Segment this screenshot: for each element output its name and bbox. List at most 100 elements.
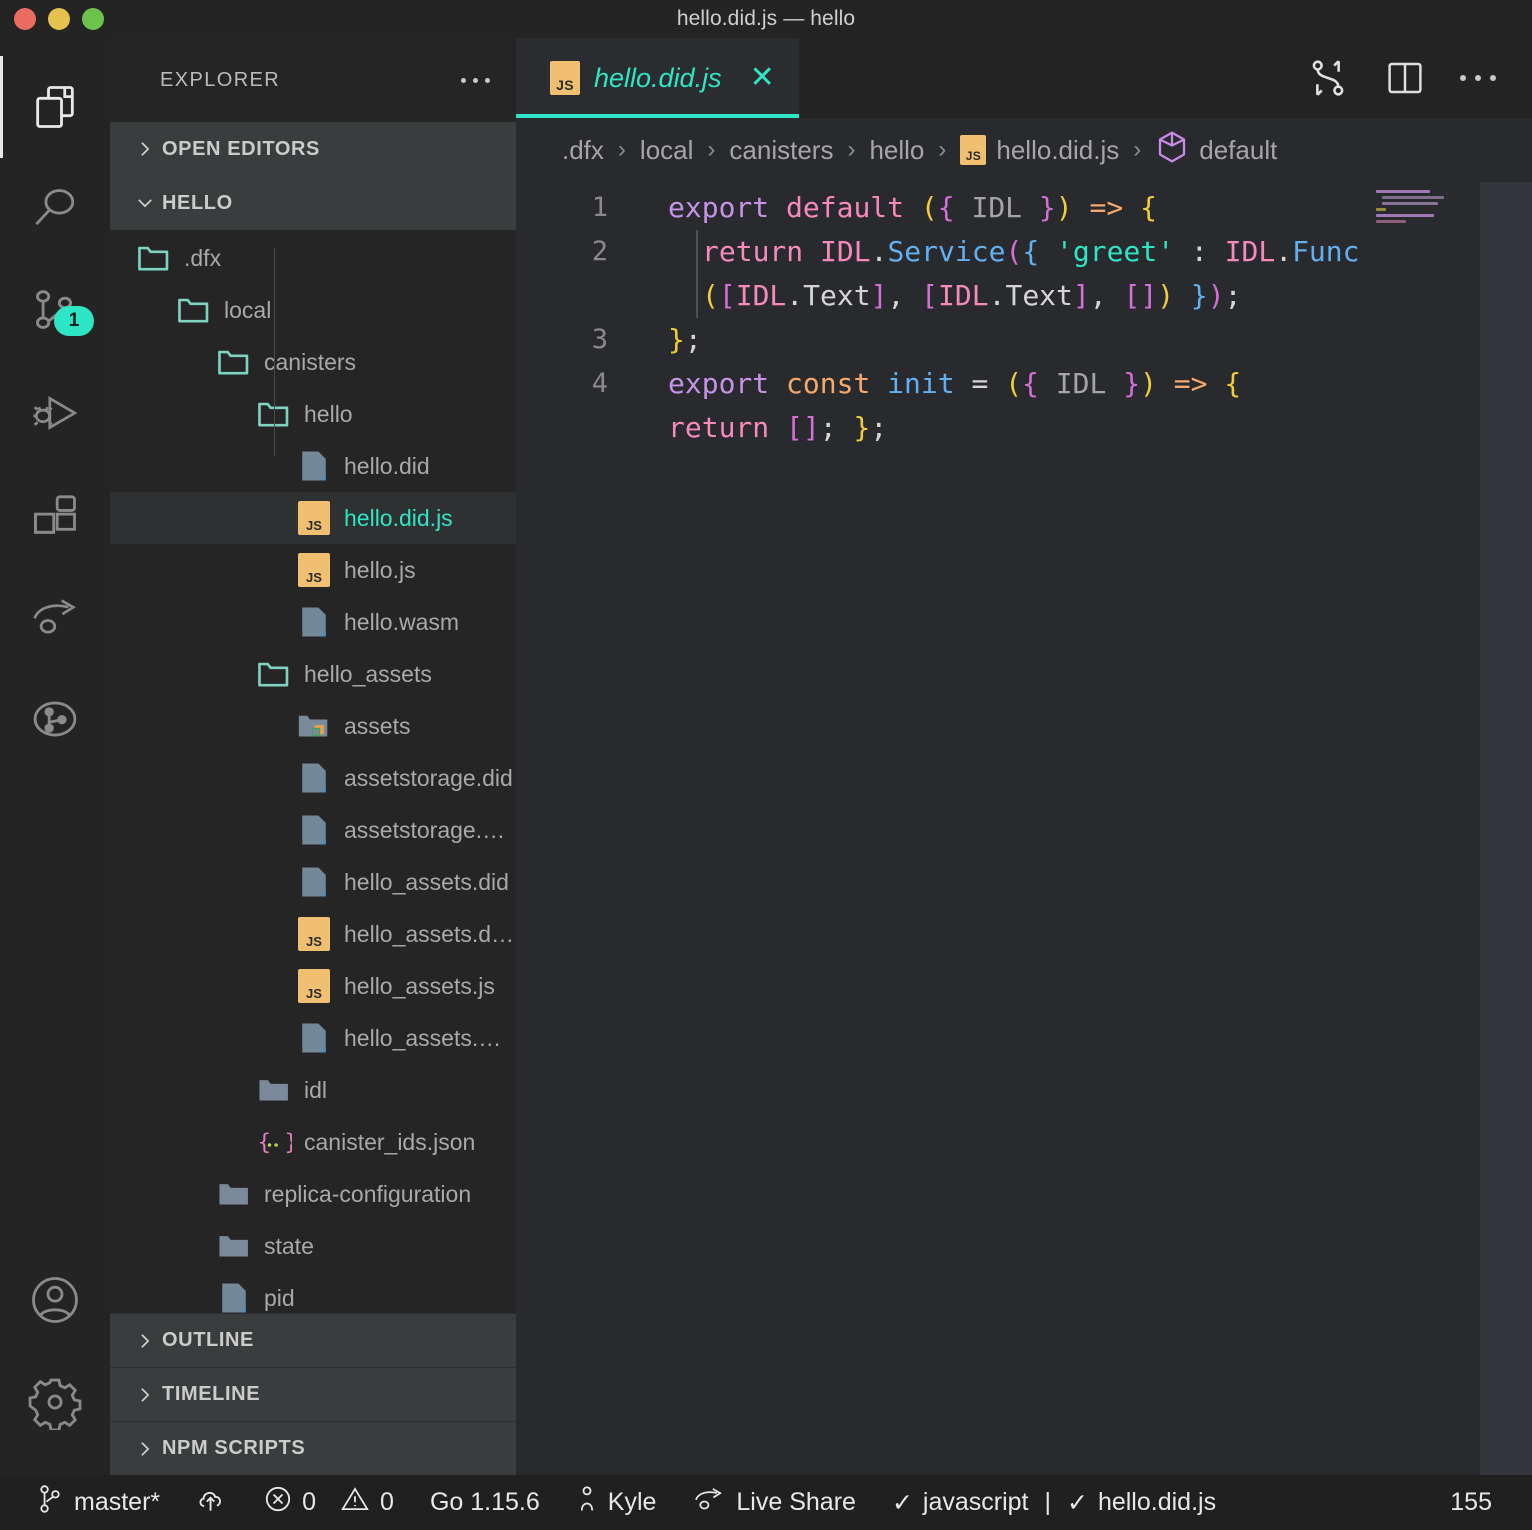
tree-item-assetstorage-did[interactable]: assetstorage.did — [110, 752, 516, 804]
files-icon — [29, 81, 81, 133]
editor-vertical-scrollbar[interactable] — [1480, 182, 1532, 1475]
tree-item-label: canisters — [264, 348, 357, 375]
live-share-label: Live Share — [736, 1488, 856, 1516]
tree-item-canisters[interactable]: canisters — [110, 336, 516, 388]
section-label: OPEN EDITORS — [162, 137, 320, 160]
tree-item-pid[interactable]: pid — [110, 1272, 516, 1313]
status-branch[interactable]: master* — [18, 1475, 178, 1530]
code-area[interactable]: 1 2 3 4 export default ({ IDL }) => { re… — [516, 182, 1532, 1475]
tree-item-label: hello_assets.di… — [344, 920, 516, 947]
activity-item-explorer[interactable] — [0, 56, 110, 158]
explorer-more-actions-icon[interactable] — [461, 77, 490, 83]
account-icon — [27, 1272, 83, 1328]
tree-item-label: assetstorage.w… — [344, 816, 516, 843]
folder-open-teal — [136, 240, 172, 276]
section-npm-scripts[interactable]: NPM SCRIPTS — [110, 1421, 516, 1475]
activity-item-run-and-debug[interactable] — [0, 362, 110, 464]
status-user[interactable]: Kyle — [558, 1475, 675, 1530]
breadcrumb-item--dfx[interactable]: .dfx — [562, 135, 604, 166]
tree-item-hello-assets-wa-[interactable]: hello_assets.wa… — [110, 1012, 516, 1064]
activity-item-settings[interactable] — [0, 1351, 110, 1453]
tree-item-local[interactable]: local — [110, 284, 516, 336]
tree-item-assets[interactable]: assets — [110, 700, 516, 752]
tree-item-hello-js[interactable]: JS hello.js — [110, 544, 516, 596]
editor-tab-hello-did-js[interactable]: JS hello.did.js ✕ — [516, 38, 799, 118]
search-icon — [29, 183, 81, 235]
section-open-editors[interactable]: OPEN EDITORS — [110, 122, 516, 176]
line-number: 3 — [591, 324, 608, 355]
status-live-share[interactable]: Live Share — [674, 1475, 874, 1530]
ellipsis-icon[interactable] — [1460, 75, 1496, 81]
status-sync[interactable] — [178, 1475, 246, 1530]
tree-item-hello-assets[interactable]: hello_assets — [110, 648, 516, 700]
tree-item-hello-assets-js[interactable]: JS hello_assets.js — [110, 960, 516, 1012]
tree-item-state[interactable]: state — [110, 1220, 516, 1272]
breadcrumb-separator: › — [617, 136, 626, 163]
activity-item-search[interactable] — [0, 158, 110, 260]
tree-item-canister-ids-json[interactable]: { } canister_ids.json — [110, 1116, 516, 1168]
tree-item-hello-did-js[interactable]: JS hello.did.js — [110, 492, 516, 544]
js-icon: JS — [296, 968, 332, 1004]
breadcrumb-label: canisters — [729, 134, 834, 165]
extensions-icon — [29, 489, 81, 541]
code-content: 1 2 3 4 export default ({ IDL }) => { re… — [516, 182, 1532, 1475]
tree-item-label: hello_assets — [304, 660, 432, 687]
close-icon[interactable]: ✕ — [750, 63, 775, 93]
activity-item-test-graph[interactable] — [0, 668, 110, 770]
close-window-button[interactable] — [14, 8, 36, 30]
svg-text:{: { — [258, 1130, 272, 1156]
breadcrumb-item-local[interactable]: local — [640, 135, 693, 166]
code-line-2b: ([IDL.Text], [IDL.Text], []) }); — [702, 279, 1242, 312]
status-go-version[interactable]: Go 1.15.6 — [412, 1475, 558, 1530]
activity-bar: 1 — [0, 38, 110, 1475]
editor-actions — [1306, 38, 1532, 118]
tree-item-hello-assets-di-[interactable]: JS hello_assets.di… — [110, 908, 516, 960]
tree-item-label: hello — [304, 400, 353, 427]
activity-item-source-control[interactable]: 1 — [0, 260, 110, 362]
section-outline[interactable]: OUTLINE — [110, 1313, 516, 1367]
maximize-window-button[interactable] — [82, 8, 104, 30]
activity-item-live-share[interactable] — [0, 566, 110, 668]
js-icon: JS — [296, 500, 332, 536]
live-share-icon — [692, 1484, 726, 1521]
activity-item-extensions[interactable] — [0, 464, 110, 566]
breadcrumb-item-hello-did-js[interactable]: JS hello.did.js — [960, 135, 1119, 166]
status-problems[interactable]: 0 0 — [246, 1475, 412, 1530]
file-icon — [296, 812, 332, 848]
breadcrumb-item-hello[interactable]: hello — [869, 135, 924, 166]
js-icon: JS — [550, 61, 580, 95]
tree-item-hello-assets-did[interactable]: hello_assets.did — [110, 856, 516, 908]
tree-item-replica-configuration[interactable]: replica-configuration — [110, 1168, 516, 1220]
tree-item-hello-wasm[interactable]: hello.wasm — [110, 596, 516, 648]
status-language[interactable]: ✓ javascript | ✓ hello.did.js — [874, 1475, 1234, 1530]
compare-changes-icon[interactable] — [1306, 56, 1350, 100]
language-label: javascript — [922, 1488, 1029, 1516]
chevron-down-icon — [132, 193, 158, 213]
breadcrumb-separator: › — [707, 136, 716, 163]
file-icon — [296, 448, 332, 484]
tree-item-label: hello.wasm — [344, 608, 460, 635]
tree-item-hello-did[interactable]: hello.did — [110, 440, 516, 492]
breadcrumb-item-canisters[interactable]: canisters — [729, 135, 833, 166]
tree-item--dfx[interactable]: .dfx — [110, 232, 516, 284]
tree-item-idl[interactable]: idl — [110, 1064, 516, 1116]
tree-item-label: assetstorage.did — [344, 764, 513, 791]
section-timeline[interactable]: TIMELINE — [110, 1367, 516, 1421]
source-control-badge: 1 — [54, 306, 94, 336]
section-hello[interactable]: HELLO — [110, 176, 516, 230]
breadcrumb-item-default[interactable]: default — [1155, 129, 1277, 172]
user-label: Kyle — [607, 1488, 657, 1516]
file-icon — [296, 604, 332, 640]
activity-item-accounts[interactable] — [0, 1249, 110, 1351]
tree-item-assetstorage-w-[interactable]: assetstorage.w… — [110, 804, 516, 856]
split-editor-icon[interactable] — [1384, 57, 1426, 99]
json-icon: { } — [256, 1124, 293, 1160]
error-count: 0 — [302, 1488, 317, 1516]
run-debug-icon — [28, 386, 82, 440]
folder-assets-icon — [296, 708, 332, 744]
tree-item-hello[interactable]: hello — [110, 388, 516, 440]
status-right-value[interactable]: 155 — [1432, 1475, 1510, 1530]
tree-item-label: .dfx — [184, 244, 222, 271]
folder-open-teal — [256, 656, 292, 692]
minimize-window-button[interactable] — [48, 8, 70, 30]
